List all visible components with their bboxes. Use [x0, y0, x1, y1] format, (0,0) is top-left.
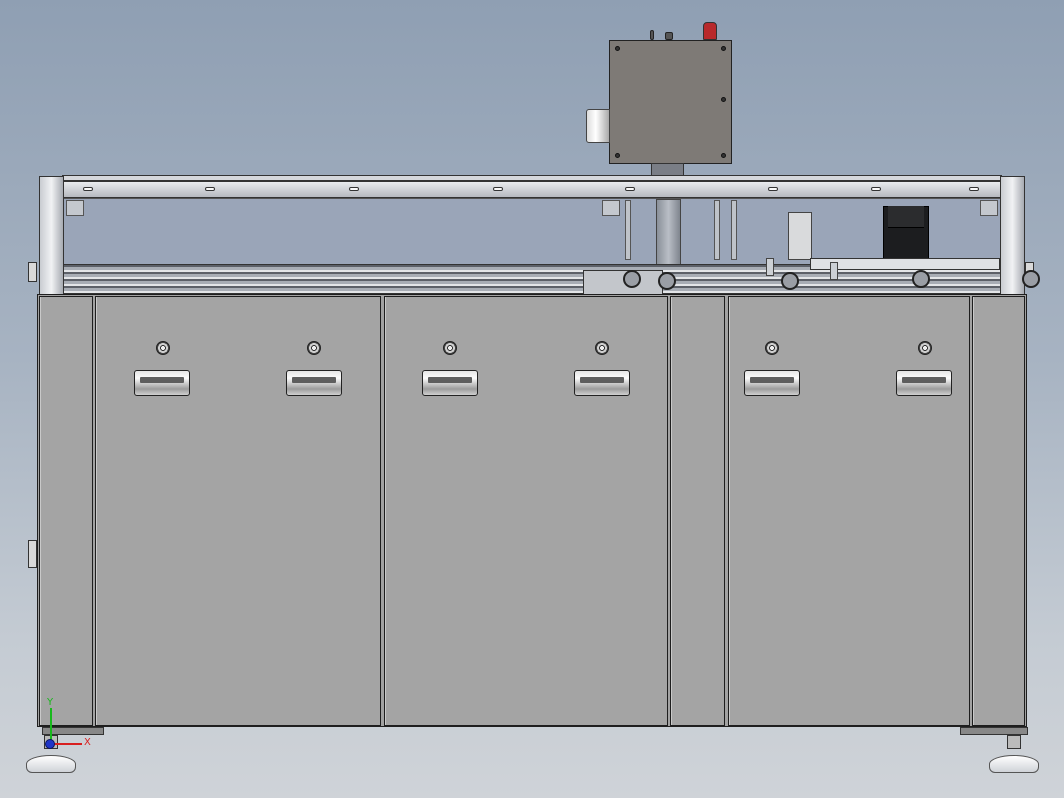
- inner-upright: [625, 200, 631, 260]
- corner-bracket: [66, 200, 84, 216]
- slot-icon: [625, 187, 635, 191]
- roller-icon: [1022, 270, 1040, 288]
- guide-tab: [766, 258, 774, 276]
- door-handle[interactable]: [134, 370, 190, 396]
- roller-icon: [623, 270, 641, 288]
- door-lock-icon[interactable]: [443, 341, 457, 355]
- selector-switch[interactable]: [665, 32, 673, 40]
- slot-icon: [969, 187, 979, 191]
- door-handle[interactable]: [574, 370, 630, 396]
- sensor-unit: [788, 212, 812, 260]
- machine-interior: [64, 198, 1000, 264]
- door-handle[interactable]: [896, 370, 952, 396]
- control-box: [609, 40, 732, 164]
- side-panel-right: [972, 296, 1025, 726]
- side-hinge: [28, 540, 37, 568]
- top-rail: [62, 181, 1002, 198]
- door-handle[interactable]: [744, 370, 800, 396]
- base-skirt-right: [960, 727, 1028, 735]
- cabinet-door-2[interactable]: [384, 296, 668, 726]
- motor-encoder: [888, 206, 924, 228]
- door-lock-icon[interactable]: [595, 341, 609, 355]
- slot-icon: [83, 187, 93, 191]
- z-axis-origin: [45, 739, 55, 749]
- antenna-icon: [650, 30, 654, 40]
- leveling-foot: [26, 755, 76, 773]
- screw-icon: [721, 46, 726, 51]
- slot-icon: [768, 187, 778, 191]
- side-latch[interactable]: [28, 262, 37, 282]
- inner-upright: [731, 200, 737, 260]
- leveling-foot-stem: [1007, 735, 1021, 749]
- screw-icon: [721, 153, 726, 158]
- slot-icon: [871, 187, 881, 191]
- mounting-plate: [810, 258, 1000, 270]
- roller-icon: [658, 272, 676, 290]
- screw-icon: [615, 46, 620, 51]
- left-frame-post: [39, 176, 64, 296]
- rotary-knob[interactable]: [586, 109, 610, 143]
- door-handle[interactable]: [286, 370, 342, 396]
- slot-icon: [205, 187, 215, 191]
- center-panel: [670, 296, 725, 726]
- roller-icon: [781, 272, 799, 290]
- x-axis-label: X: [84, 737, 91, 748]
- slot-icon: [349, 187, 359, 191]
- cabinet-door-3[interactable]: [728, 296, 970, 726]
- side-panel-left: [39, 296, 93, 726]
- corner-bracket: [980, 200, 998, 216]
- inner-upright: [714, 200, 720, 260]
- door-lock-icon[interactable]: [918, 341, 932, 355]
- door-lock-icon[interactable]: [765, 341, 779, 355]
- door-lock-icon[interactable]: [307, 341, 321, 355]
- screw-icon: [721, 97, 726, 102]
- cabinet-door-1[interactable]: [95, 296, 381, 726]
- door-lock-icon[interactable]: [156, 341, 170, 355]
- leveling-foot: [989, 755, 1039, 773]
- slot-icon: [493, 187, 503, 191]
- guide-tab: [830, 262, 838, 280]
- screw-icon: [615, 153, 620, 158]
- corner-bracket: [602, 200, 620, 216]
- roller-icon: [912, 270, 930, 288]
- door-handle[interactable]: [422, 370, 478, 396]
- x-axis-arrow: [52, 743, 82, 745]
- emergency-stop-button[interactable]: [703, 22, 717, 40]
- y-axis-label: Y: [47, 697, 54, 708]
